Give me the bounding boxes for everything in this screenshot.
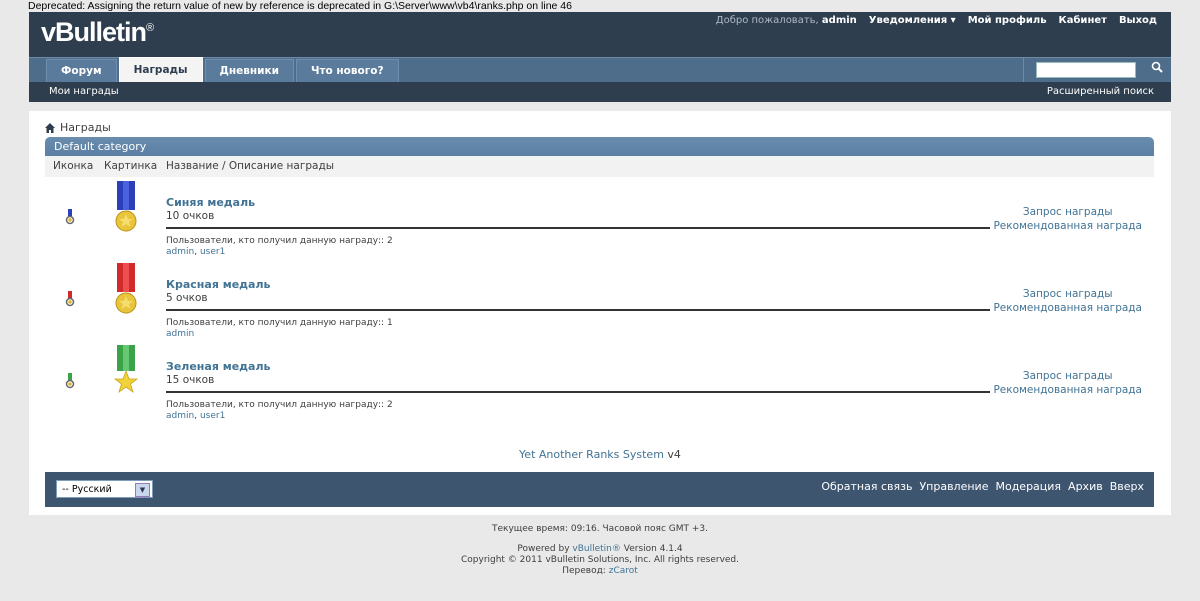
award-title[interactable]: Красная медаль (166, 278, 271, 291)
tab-forum[interactable]: Форум (46, 59, 117, 82)
award-row: Синяя медаль 10 очков Пользователи, кто … (45, 179, 1154, 261)
recommend-award-link[interactable]: Рекомендованная награда (993, 302, 1142, 314)
medal-picture (114, 181, 138, 236)
chevron-down-icon: ▾ (950, 15, 956, 26)
small-medal-icon (65, 291, 75, 310)
tab-awards[interactable]: Награды (118, 57, 203, 82)
nav-tabs: Форум Награды Дневники Что нового? (46, 57, 401, 82)
award-points: 15 очков (166, 374, 215, 386)
sub-navbar: Мои награды Расширенный поиск (29, 82, 1171, 102)
footer-links: Обратная связь Управление Модерация Архи… (821, 480, 1144, 493)
user-link-admin[interactable]: admin (166, 329, 194, 339)
breadcrumb-current: Награды (60, 121, 111, 134)
award-points: 10 очков (166, 210, 215, 222)
user-link-user1[interactable]: user1 (200, 411, 225, 421)
current-time: Текущее время: 09:16. Часовой пояс GMT +… (491, 524, 709, 534)
recommend-award-link[interactable]: Рекомендованная награда (993, 384, 1142, 396)
username-link[interactable]: admin (822, 15, 857, 26)
award-actions: Запрос награды Рекомендованная награда (993, 369, 1142, 397)
award-row: Зеленая медаль 15 очков Пользователи, кт… (45, 343, 1154, 425)
medal-picture (113, 345, 139, 400)
main-navbar: Форум Награды Дневники Что нового? (29, 57, 1171, 82)
user-link-admin[interactable]: admin (166, 247, 194, 257)
my-profile-link[interactable]: Мой профиль (968, 15, 1047, 26)
col-name: Название / Описание награды (166, 160, 335, 172)
award-users-label: Пользователи, кто получил данную награду… (166, 318, 393, 328)
site-header: vBulletin® Добро пожаловать, admin Уведо… (29, 12, 1171, 57)
footer-link-archive[interactable]: Архив (1068, 480, 1103, 493)
copyright: Copyright © 2011 vBulletin Solutions, In… (460, 555, 740, 565)
footer-bar: -- Русский ▼ Обратная связь Управление М… (45, 472, 1154, 507)
language-select[interactable]: -- Русский ▼ (56, 480, 153, 498)
notifications-menu[interactable]: Уведомления ▾ (869, 15, 956, 26)
small-medal-icon (65, 209, 75, 228)
my-awards-link[interactable]: Мои награды (49, 86, 119, 97)
welcome-text: Добро пожаловать, admin (715, 15, 857, 26)
chevron-down-icon: ▼ (135, 483, 150, 497)
vbulletin-link[interactable]: vBulletin® (572, 544, 620, 554)
tab-whats-new[interactable]: Что нового? (295, 59, 399, 82)
ranks-system-credit: Yet Another Ranks System v4 (519, 448, 681, 461)
footer-link-moderation[interactable]: Модерация (995, 480, 1061, 493)
small-medal-icon (65, 373, 75, 392)
breadcrumb: Награды (45, 121, 111, 134)
award-points: 5 очков (166, 292, 208, 304)
award-row: Красная медаль 5 очков Пользователи, кто… (45, 261, 1154, 343)
home-icon[interactable] (45, 122, 55, 133)
cabinet-link[interactable]: Кабинет (1059, 15, 1107, 26)
recommend-award-link[interactable]: Рекомендованная награда (993, 220, 1142, 232)
search-separator (1023, 58, 1024, 82)
col-icon: Иконка (53, 160, 94, 172)
divider (166, 309, 990, 311)
award-actions: Запрос награды Рекомендованная награда (993, 287, 1142, 315)
divider (166, 227, 990, 229)
request-award-link[interactable]: Запрос награды (1023, 288, 1113, 300)
award-user-list: admin, user1 (166, 411, 226, 421)
footer-link-admin[interactable]: Управление (919, 480, 988, 493)
divider (166, 391, 990, 393)
vbulletin-logo[interactable]: vBulletin® (41, 17, 154, 48)
translation-credit: Перевод: zCarot (562, 566, 638, 576)
request-award-link[interactable]: Запрос награды (1023, 370, 1113, 382)
award-user-list: admin, user1 (166, 247, 226, 257)
ranks-system-link[interactable]: Yet Another Ranks System (519, 448, 664, 461)
advanced-search-link[interactable]: Расширенный поиск (1047, 86, 1154, 97)
logout-link[interactable]: Выход (1119, 15, 1157, 26)
main-content: Награды Default category Иконка Картинка… (29, 111, 1171, 515)
search-icon[interactable] (1147, 60, 1167, 80)
award-title[interactable]: Зеленая медаль (166, 360, 270, 373)
footer-link-top[interactable]: Вверх (1110, 480, 1144, 493)
award-actions: Запрос награды Рекомендованная награда (993, 205, 1142, 233)
award-users-label: Пользователи, кто получил данную награду… (166, 236, 393, 246)
award-user-list: admin (166, 329, 194, 339)
col-picture: Картинка (104, 160, 158, 172)
top-links: Добро пожаловать, admin Уведомления ▾ Мо… (716, 15, 1157, 26)
request-award-link[interactable]: Запрос награды (1023, 206, 1113, 218)
translator-link[interactable]: zCarot (609, 566, 638, 576)
user-link-admin[interactable]: admin (166, 411, 194, 421)
award-title[interactable]: Синяя медаль (166, 196, 255, 209)
powered-by: Powered by vBulletin® Version 4.1.4 (517, 544, 683, 554)
medal-picture (114, 263, 138, 318)
award-users-label: Пользователи, кто получил данную награду… (166, 400, 393, 410)
user-link-user1[interactable]: user1 (200, 247, 225, 257)
category-header: Default category (45, 137, 1154, 156)
tab-blogs[interactable]: Дневники (204, 59, 294, 82)
column-headers: Иконка Картинка Название / Описание нагр… (45, 156, 1154, 177)
search-input[interactable] (1036, 62, 1136, 78)
footer-link-feedback[interactable]: Обратная связь (821, 480, 912, 493)
